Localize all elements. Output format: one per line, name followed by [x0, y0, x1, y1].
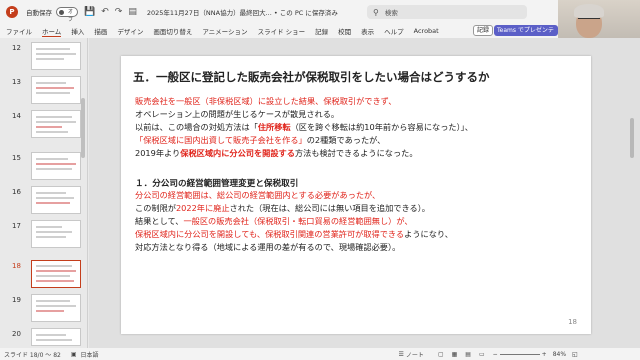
zoom-in-icon[interactable]: +	[542, 351, 547, 358]
slide-thumbnail[interactable]	[31, 110, 81, 138]
tab-insert[interactable]: 挿入	[71, 26, 84, 36]
tab-view[interactable]: 表示	[361, 26, 374, 36]
tab-help[interactable]: ヘルプ	[384, 26, 404, 36]
slide-thumbnail-selected[interactable]	[31, 260, 81, 288]
thumbnail-row[interactable]: 14	[0, 110, 88, 158]
save-icon[interactable]: 💾	[84, 7, 95, 17]
presenter-glasses	[578, 18, 600, 23]
undo-icon[interactable]: ↶	[101, 7, 109, 17]
slide-text-line[interactable]: 対応方法となり得る（地域による運用の差が有るので、現場確認必要）。	[135, 241, 400, 254]
slide-text-line[interactable]: 「保税区域に国内出資して販売子会社を作る」の2種類であったが、	[135, 134, 385, 147]
zoom-slider[interactable]	[499, 353, 540, 355]
slide-thumbnail[interactable]	[31, 186, 81, 214]
slide-text-line[interactable]: 販売会社を一般区（非保税区域）に設立した結果、保税取引ができず、	[135, 95, 396, 108]
slide-text-line[interactable]: 2019年より保税区域内に分公司を開設する方法も検討できるようになった。	[135, 147, 418, 160]
tab-transitions[interactable]: 画面切り替え	[153, 26, 192, 36]
tab-design[interactable]: デザイン	[117, 26, 143, 36]
slide-page-number: 18	[568, 318, 577, 326]
language-status[interactable]: 日本語	[81, 350, 99, 359]
slide-vertical-scrollbar[interactable]	[628, 38, 636, 348]
slide-text-line[interactable]: 保税区域内に分公司を開設しても、保税取引関連の営業許可が取得できるようになり、	[135, 228, 453, 241]
redo-icon[interactable]: ↷	[115, 7, 123, 17]
slide-thumbnail[interactable]	[31, 294, 81, 322]
notes-button[interactable]: ノート	[406, 350, 424, 359]
slide-text-line[interactable]: この制限が2022年に廃止された（現在は、総公司には無い項目を追加できる）。	[135, 202, 430, 215]
normal-view-icon[interactable]: ▢	[438, 351, 444, 358]
thumbnail-number: 19	[12, 296, 21, 304]
status-bar: スライド 18/0 ～ 82 ▣ 日本語 ☰ ノート ▢ ▦ ▤ ▭ − + 8…	[0, 348, 640, 360]
title-bar: P 自動保存 オフ 💾 ↶ ↷ ▤ 2025年11月27日（NNA協力）最終回大…	[0, 0, 640, 24]
slide-thumbnail[interactable]	[31, 152, 81, 180]
tab-animations[interactable]: アニメーション	[202, 26, 247, 36]
scrollbar-thumb[interactable]	[630, 118, 634, 158]
tab-review[interactable]: 校閲	[338, 26, 351, 36]
thumbnail-scrollbar[interactable]	[81, 98, 85, 158]
slide-thumbnail[interactable]	[31, 220, 81, 248]
fit-to-window-icon[interactable]: ◱	[572, 351, 578, 358]
slide-text-line[interactable]: 分公司の経営範囲は、総公司の経営範囲内とする必要があったが、	[135, 189, 380, 202]
autosave-toggle[interactable]: オフ	[56, 7, 78, 23]
slide-thumbnail-pane: 12 13 14 15 16 17 18 19 20	[0, 38, 88, 348]
search-box[interactable]: ⚲ 検索	[367, 5, 527, 19]
tab-draw[interactable]: 描画	[94, 26, 107, 36]
search-placeholder: 検索	[384, 9, 398, 17]
slideshow-view-icon[interactable]: ▭	[479, 351, 485, 358]
powerpoint-logo-icon: P	[6, 6, 18, 18]
notes-icon[interactable]: ☰	[399, 351, 404, 358]
presenter-hair	[574, 4, 604, 18]
teams-present-button[interactable]: Teams でプレゼンテ	[494, 25, 558, 36]
tab-record[interactable]: 記録	[315, 26, 328, 36]
thumbnail-number: 14	[12, 112, 21, 120]
slide-sorter-icon[interactable]: ▦	[452, 351, 458, 358]
accessibility-icon[interactable]: ▣	[71, 351, 77, 358]
slide-text-line[interactable]: 結果として、一般区の販売会社（保税取引・転口貿易の経営範囲無し）が、	[135, 215, 413, 228]
thumbnail-number: 13	[12, 78, 21, 86]
document-title[interactable]: 2025年11月27日（NNA協力）最終回大... • この PC に保存済み	[147, 7, 338, 17]
record-button[interactable]: 記録	[473, 25, 494, 36]
slide-text-line[interactable]: オペレーション上の問題が生じるケースが散見される。	[135, 108, 339, 121]
thumbnail-number: 17	[12, 222, 21, 230]
tab-file[interactable]: ファイル	[6, 26, 32, 36]
slide-thumbnail[interactable]	[31, 42, 81, 70]
slide-text-line[interactable]: 以前は、この場合の対処方法は「住所移転（区を跨ぐ移転は約10年前から容易になった…	[135, 121, 473, 134]
section-heading[interactable]: １．分公司の経営範囲管理変更と保税取引	[135, 177, 298, 189]
slide-thumbnail[interactable]	[31, 328, 81, 346]
present-from-start-icon[interactable]: ▤	[128, 7, 137, 17]
zoom-level[interactable]: 84%	[553, 351, 566, 358]
zoom-out-icon[interactable]: −	[493, 351, 498, 358]
slide-thumbnail[interactable]	[31, 76, 81, 104]
slide-title[interactable]: 五．一般区に登記した販売会社が保税取引をしたい場合はどうするか	[133, 69, 490, 85]
autosave-label: 自動保存	[26, 9, 52, 17]
search-icon: ⚲	[373, 7, 379, 17]
thumbnail-number: 16	[12, 188, 21, 196]
thumbnail-number: 12	[12, 44, 21, 52]
current-slide[interactable]: 五．一般区に登記した販売会社が保税取引をしたい場合はどうするか 販売会社を一般区…	[121, 56, 591, 334]
slide-counter: スライド 18/0 ～ 82	[4, 351, 61, 359]
reading-view-icon[interactable]: ▤	[465, 351, 471, 358]
tab-acrobat[interactable]: Acrobat	[414, 27, 439, 35]
thumbnail-number: 20	[12, 330, 21, 338]
thumbnail-number: 18	[12, 262, 21, 270]
thumbnail-number: 15	[12, 154, 21, 162]
tab-home[interactable]: ホーム	[42, 26, 62, 37]
tab-slideshow[interactable]: スライド ショー	[258, 26, 306, 36]
